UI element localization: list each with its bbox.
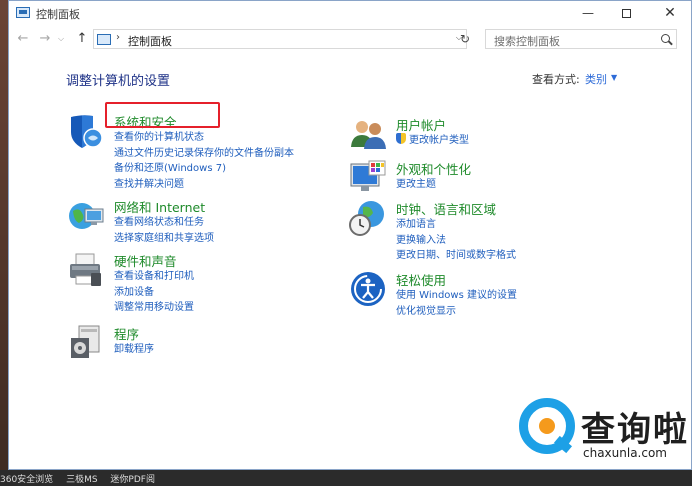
link-backup-restore[interactable]: 备份和还原(Windows 7) xyxy=(114,161,294,177)
control-panel-location-icon xyxy=(97,34,111,45)
watermark-logo-dot xyxy=(539,418,555,434)
control-panel-window: 控制面板 — ✕ ← → ⌵ ↑ › 控制面板 ⌵ ↻ 搜索控制面板 调整计算机… xyxy=(8,0,692,470)
maximize-button[interactable] xyxy=(609,1,643,27)
up-button[interactable]: ↑ xyxy=(72,30,92,48)
search-icon[interactable] xyxy=(661,34,670,43)
forward-button[interactable]: → xyxy=(35,30,55,48)
link-troubleshoot[interactable]: 查找并解决问题 xyxy=(114,177,294,193)
shield-icon[interactable] xyxy=(67,112,105,150)
category-links: 查看网络状态和任务 选择家庭组和共享选项 xyxy=(114,215,214,246)
watermark: 查询啦 chaxunla.com xyxy=(519,396,691,466)
address-row: ← → ⌵ ↑ › 控制面板 ⌵ ↻ 搜索控制面板 xyxy=(9,27,691,53)
category-title-hardware-sound[interactable]: 硬件和声音 xyxy=(114,251,177,270)
monitor-palette-icon[interactable] xyxy=(349,159,387,197)
search-placeholder: 搜索控制面板 xyxy=(494,35,560,48)
search-input[interactable]: 搜索控制面板 xyxy=(485,29,677,49)
accessibility-icon[interactable] xyxy=(349,270,387,308)
breadcrumb-control-panel[interactable]: 控制面板 xyxy=(128,33,172,49)
link-file-history[interactable]: 通过文件历史记录保存你的文件备份副本 xyxy=(114,146,294,162)
minimize-button[interactable]: — xyxy=(571,1,605,27)
link-devices-printers[interactable]: 查看设备和打印机 xyxy=(114,269,194,285)
view-by-label: 查看方式: xyxy=(532,73,580,86)
page-title: 调整计算机的设置 xyxy=(66,74,171,89)
users-icon[interactable] xyxy=(349,115,387,153)
category-title-network-internet[interactable]: 网络和 Internet xyxy=(114,197,205,216)
category-links: 添加语言 更换输入法 更改日期、时间或数字格式 xyxy=(396,217,516,264)
refresh-button[interactable]: ↻ xyxy=(457,30,473,48)
maximize-icon xyxy=(621,9,631,18)
category-links: 更改主题 xyxy=(396,177,436,193)
red-highlight-box xyxy=(105,102,220,128)
link-view-computer-status[interactable]: 查看你的计算机状态 xyxy=(114,130,294,146)
category-title-clock-region[interactable]: 时钟、语言和区域 xyxy=(396,199,496,218)
link-change-input-method[interactable]: 更换输入法 xyxy=(396,233,516,249)
taskbar-item[interactable]: 迷你PDF阅 xyxy=(110,475,155,485)
category-title-appearance[interactable]: 外观和个性化 xyxy=(396,159,471,178)
close-button[interactable]: ✕ xyxy=(653,1,687,27)
link-add-language[interactable]: 添加语言 xyxy=(396,217,516,233)
back-button[interactable]: ← xyxy=(13,30,33,48)
desktop-background-left xyxy=(0,0,8,486)
category-links: 查看设备和打印机 添加设备 调整常用移动设置 xyxy=(114,269,194,316)
link-optimize-display[interactable]: 优化视觉显示 xyxy=(396,304,517,320)
printer-icon[interactable] xyxy=(67,251,105,289)
link-date-time-format[interactable]: 更改日期、时间或数字格式 xyxy=(396,248,516,264)
programs-icon[interactable] xyxy=(67,324,105,362)
category-links: 使用 Windows 建议的设置 优化视觉显示 xyxy=(396,288,517,319)
taskbar-items: 360安全浏览 三极MS 迷你PDF阅 xyxy=(0,474,200,486)
category-links: 卸载程序 xyxy=(114,342,154,358)
clock-globe-icon[interactable] xyxy=(349,199,387,237)
control-panel-app-icon xyxy=(16,7,30,18)
link-change-account-type[interactable]: 更改帐户类型 xyxy=(396,133,469,149)
window-title: 控制面板 xyxy=(36,8,80,21)
category-links: 查看你的计算机状态 通过文件历史记录保存你的文件备份副本 备份和还原(Windo… xyxy=(114,130,294,192)
category-title-user-accounts[interactable]: 用户帐户 xyxy=(396,115,446,134)
link-add-device[interactable]: 添加设备 xyxy=(114,285,194,301)
view-by-dropdown[interactable]: 类别 xyxy=(585,71,607,87)
link-change-theme[interactable]: 更改主题 xyxy=(396,177,436,193)
link-uninstall-program[interactable]: 卸载程序 xyxy=(114,342,154,358)
chevron-down-icon[interactable]: ▼ xyxy=(611,73,617,82)
category-links: 更改帐户类型 xyxy=(396,133,469,149)
taskbar-item[interactable]: 360安全浏览 xyxy=(0,475,53,485)
address-bar[interactable]: › 控制面板 ⌵ xyxy=(93,29,467,49)
breadcrumb-separator[interactable]: › xyxy=(116,32,120,43)
watermark-text: 查询啦 xyxy=(581,410,689,450)
category-title-ease-of-access[interactable]: 轻松使用 xyxy=(396,270,446,289)
title-bar: 控制面板 — ✕ xyxy=(9,1,691,27)
link-network-status[interactable]: 查看网络状态和任务 xyxy=(114,215,214,231)
recent-locations-button[interactable]: ⌵ xyxy=(55,30,67,48)
link-homegroup-sharing[interactable]: 选择家庭组和共享选项 xyxy=(114,231,214,247)
link-recommended-settings[interactable]: 使用 Windows 建议的设置 xyxy=(396,288,517,304)
taskbar-item[interactable]: 三极MS xyxy=(66,475,97,485)
link-mobility-settings[interactable]: 调整常用移动设置 xyxy=(114,300,194,316)
watermark-url: chaxunla.com xyxy=(583,446,667,460)
network-globe-icon[interactable] xyxy=(67,197,105,235)
taskbar: 360安全浏览 三极MS 迷你PDF阅 xyxy=(0,470,692,486)
category-title-programs[interactable]: 程序 xyxy=(114,324,139,343)
